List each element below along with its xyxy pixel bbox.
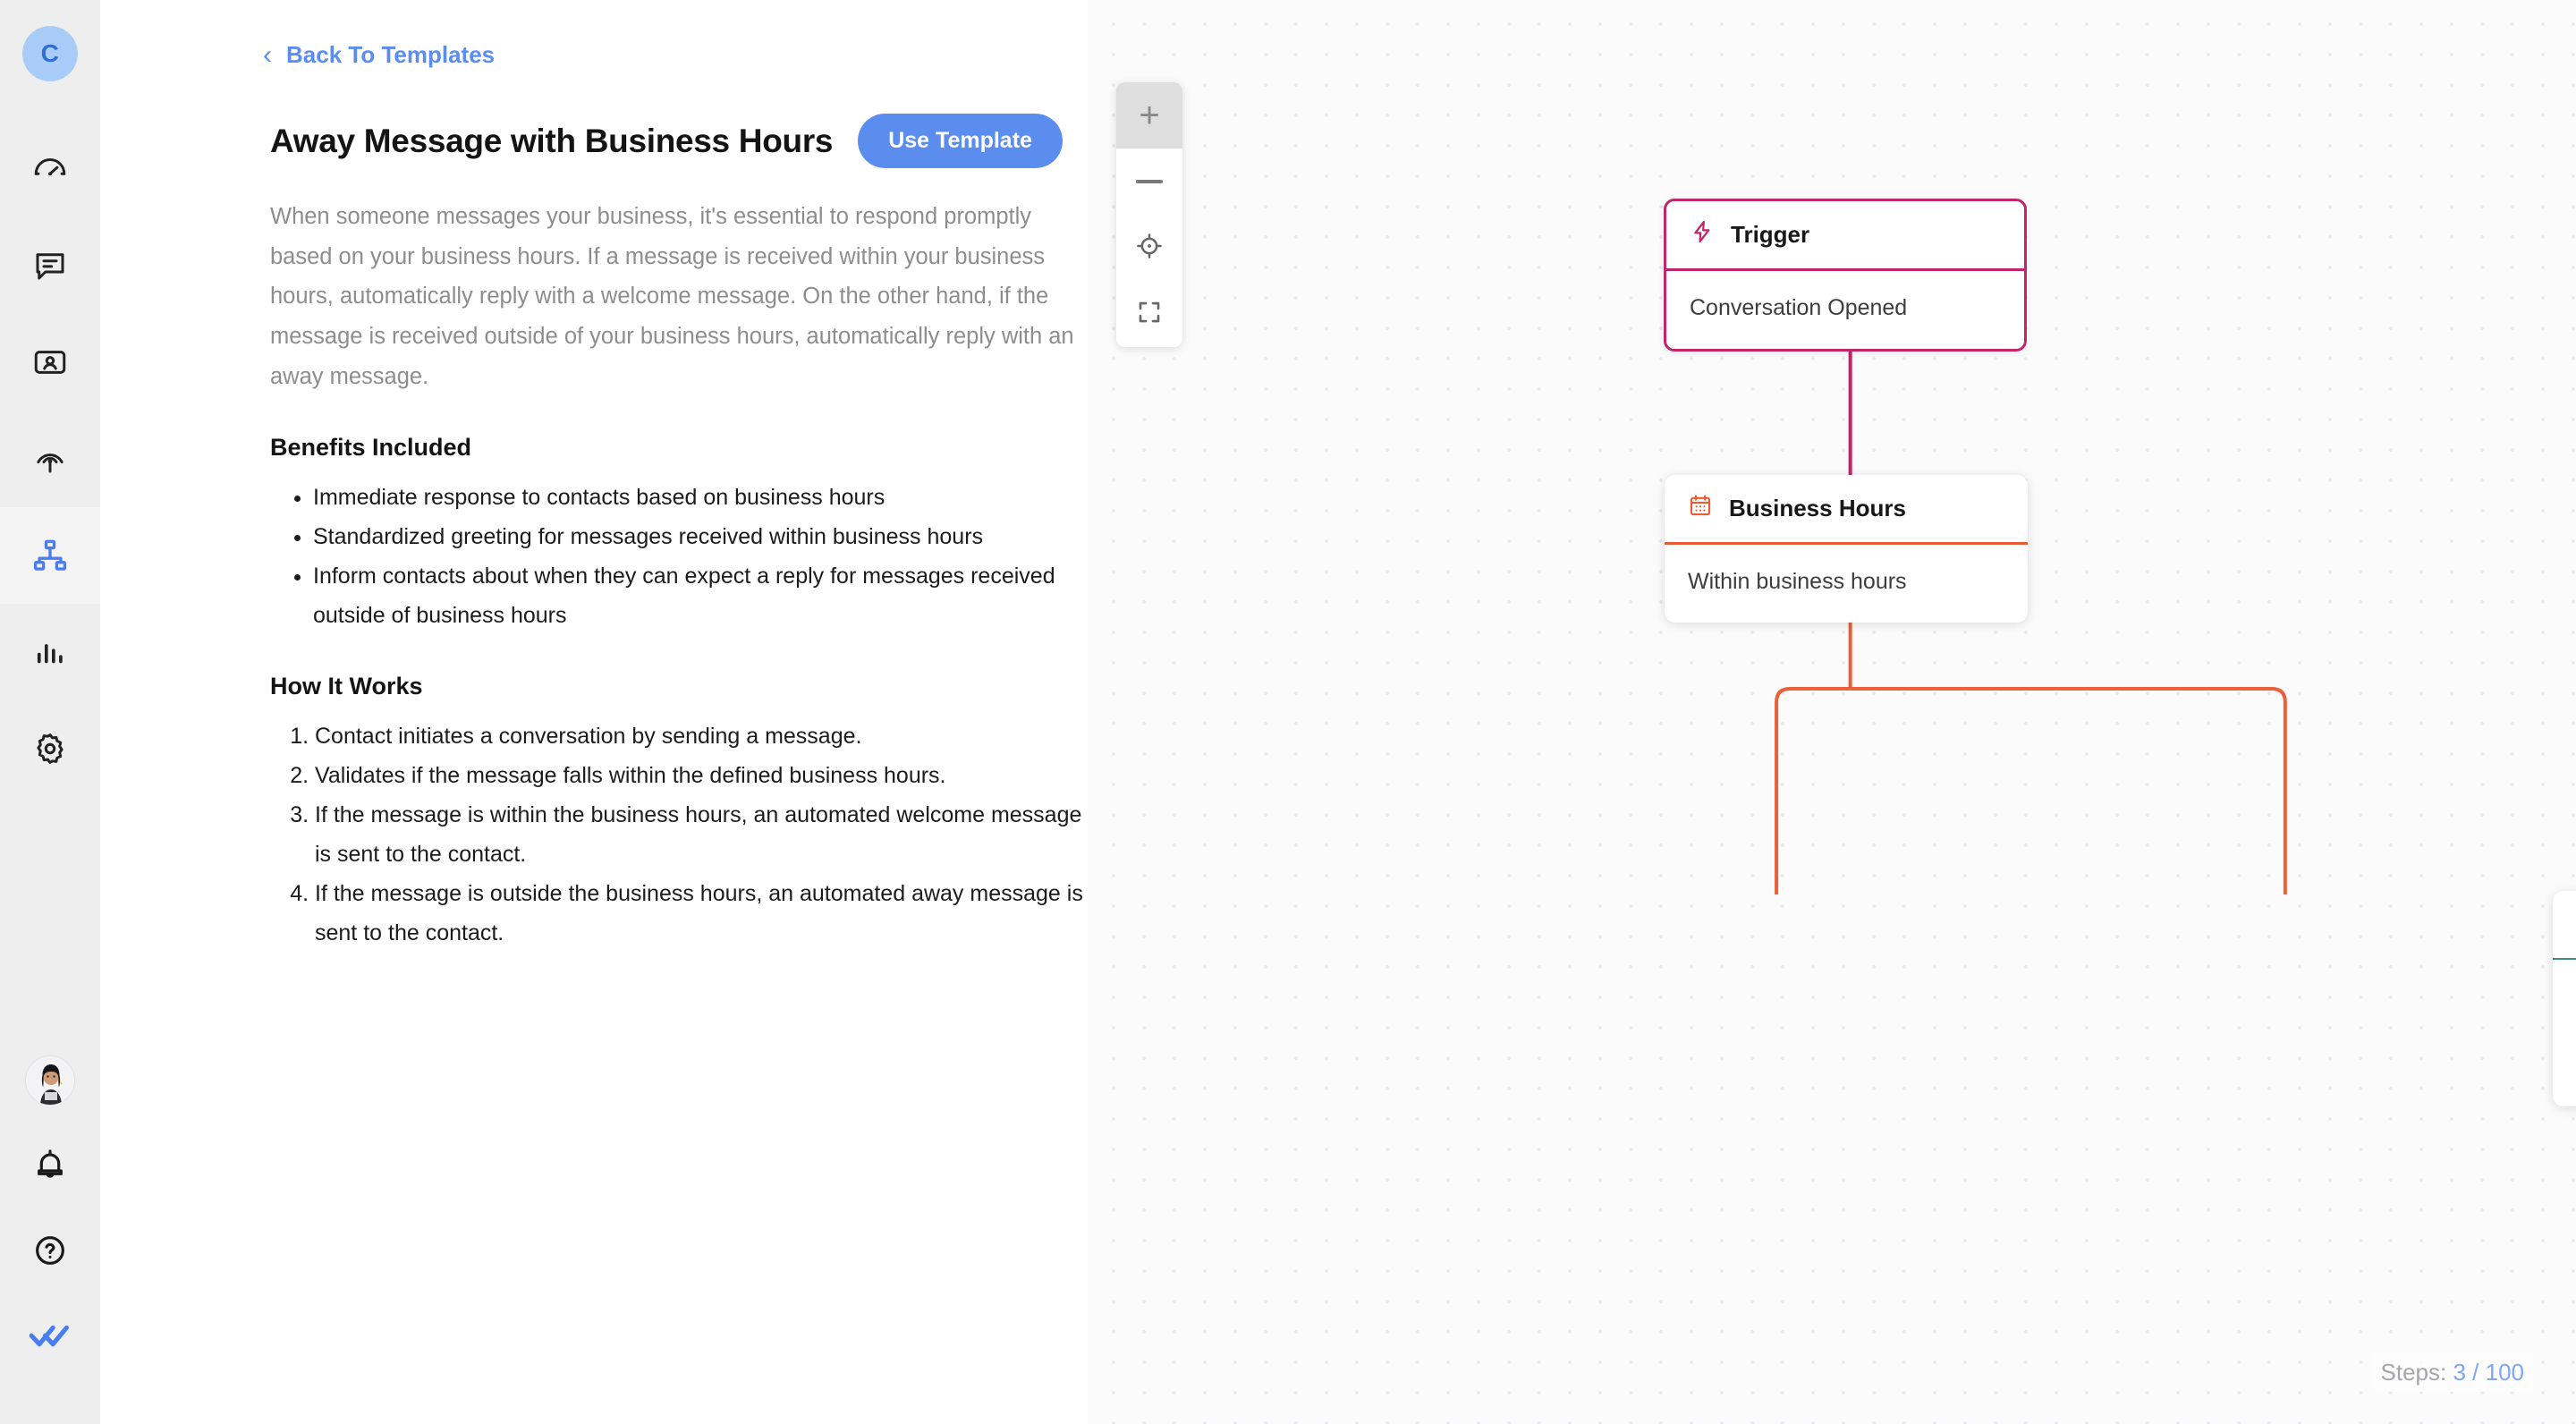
left-nav-sidebar: C xyxy=(0,0,100,1424)
brand-logo[interactable] xyxy=(0,1295,100,1381)
node-title: Business Hours xyxy=(1729,495,1906,521)
node-header: Trigger xyxy=(1666,201,2024,271)
gear-icon xyxy=(31,730,69,767)
crosshair-icon xyxy=(1135,232,1164,265)
flow-hierarchy-icon xyxy=(31,537,69,574)
sidebar-item-flows[interactable] xyxy=(0,507,100,604)
how-it-works-heading: How It Works xyxy=(270,673,423,700)
sidebar-item-contacts[interactable] xyxy=(0,314,100,411)
use-template-button[interactable]: Use Template xyxy=(858,114,1063,168)
list-item: Contact initiates a conversation by send… xyxy=(315,716,1088,756)
fullscreen-icon xyxy=(1136,299,1163,330)
app-root: C ‹ Back To Templates Away Message with … xyxy=(0,0,2576,1424)
fit-view-button[interactable] xyxy=(1116,215,1182,281)
title-row: Away Message with Business Hours Use Tem… xyxy=(100,114,1088,168)
template-detail-panel: ‹ Back To Templates Away Message with Bu… xyxy=(100,0,1088,1424)
node-body: Message: Hello $contact.firstname welcom… xyxy=(2553,960,2576,1106)
steps-value: 3 / 100 xyxy=(2453,1359,2524,1386)
question-circle-icon xyxy=(32,1233,68,1273)
chevron-left-icon: ‹ xyxy=(263,39,272,70)
page-title: Away Message with Business Hours xyxy=(270,122,834,159)
steps-counter: Steps: 3 / 100 xyxy=(2371,1353,2533,1392)
flow-node-business-hours[interactable]: Business Hours Within business hours xyxy=(1665,475,2028,623)
steps-label: Steps: xyxy=(2380,1359,2447,1386)
calendar-icon xyxy=(1688,493,1713,524)
zoom-out-button[interactable] xyxy=(1116,148,1182,215)
sidebar-item-help[interactable] xyxy=(0,1209,100,1295)
sidebar-item-conversations[interactable] xyxy=(0,217,100,314)
flow-canvas[interactable]: + Trigger Conversation Opened Business H… xyxy=(1088,0,2576,1424)
node-header: Welcome Message xyxy=(2553,891,2576,960)
sidebar-item-broadcast[interactable] xyxy=(0,411,100,507)
sidebar-item-analytics[interactable] xyxy=(0,604,100,700)
node-body: Within business hours xyxy=(1688,569,1907,594)
node-title: Trigger xyxy=(1731,221,1810,248)
benefits-list: Immediate response to contacts based on … xyxy=(100,478,1088,635)
sidebar-bottom-group xyxy=(0,1038,100,1424)
back-to-templates-link[interactable]: ‹ Back To Templates xyxy=(100,41,495,69)
edge-failure-branch xyxy=(1850,687,2287,894)
double-check-icon xyxy=(29,1318,72,1359)
flow-node-trigger[interactable]: Trigger Conversation Opened xyxy=(1664,199,2027,352)
edge-success-branch xyxy=(1775,687,1851,894)
plus-icon: + xyxy=(1139,96,1160,135)
sidebar-item-profile[interactable] xyxy=(0,1038,100,1123)
sidebar-item-dashboard[interactable] xyxy=(0,121,100,217)
bell-icon xyxy=(32,1147,68,1187)
bar-chart-icon xyxy=(31,633,69,671)
sidebar-item-notifications[interactable] xyxy=(0,1123,100,1209)
how-it-works-list: Contact initiates a conversation by send… xyxy=(100,716,1088,953)
list-item: Standardized greeting for messages recei… xyxy=(313,517,1088,556)
chat-bubble-icon xyxy=(31,247,69,284)
node-header: Business Hours xyxy=(1665,475,2028,545)
workspace-avatar[interactable]: C xyxy=(22,26,78,81)
minus-icon xyxy=(1136,180,1163,183)
template-description: When someone messages your business, it'… xyxy=(270,204,1074,389)
flow-node-welcome-message[interactable]: Welcome Message Message: Hello $contact.… xyxy=(2553,891,2576,1107)
avatar xyxy=(25,1055,75,1106)
zoom-controls-panel: + xyxy=(1116,82,1182,347)
list-item: Immediate response to contacts based on … xyxy=(313,478,1088,517)
fullscreen-button[interactable] xyxy=(1116,281,1182,347)
sidebar-item-settings[interactable] xyxy=(0,700,100,797)
list-item: If the message is within the business ho… xyxy=(315,795,1088,874)
broadcast-icon xyxy=(31,440,69,478)
gauge-icon xyxy=(31,150,69,188)
back-to-templates-label: Back To Templates xyxy=(286,41,496,68)
zoom-in-button[interactable]: + xyxy=(1116,82,1182,148)
node-body: Conversation Opened xyxy=(1690,295,1908,320)
list-item: Validates if the message falls within th… xyxy=(315,756,1088,795)
list-item: Inform contacts about when they can expe… xyxy=(313,556,1088,635)
benefits-heading: Benefits Included xyxy=(270,434,472,462)
lightning-bolt-icon xyxy=(1690,219,1715,250)
list-item: If the message is outside the business h… xyxy=(315,874,1088,953)
contact-card-icon xyxy=(31,343,69,381)
